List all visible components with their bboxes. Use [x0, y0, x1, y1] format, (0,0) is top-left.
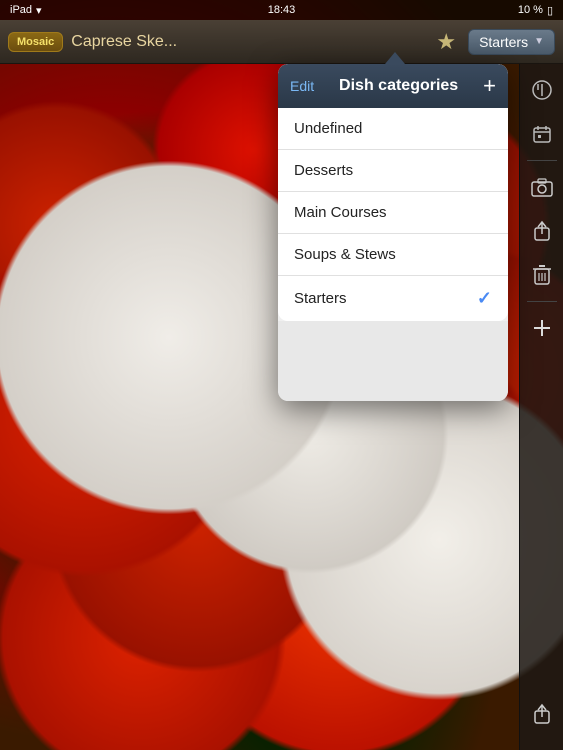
list-item[interactable]: Desserts [278, 150, 508, 192]
share-bottom-icon[interactable] [522, 694, 562, 734]
starters-dropdown[interactable]: Starters ▼ [468, 29, 555, 55]
toolbar-divider-2 [527, 301, 557, 302]
list-item[interactable]: Undefined [278, 108, 508, 150]
nav-bar: Mosaic Caprese Ske... ★ Starters ▼ [0, 20, 563, 64]
star-icon[interactable]: ★ [436, 29, 456, 55]
list-item[interactable]: Soups & Stews [278, 234, 508, 276]
status-left: iPad ▾ [10, 4, 42, 17]
mosaic-badge[interactable]: Mosaic [8, 32, 63, 52]
dish-categories-popup: Edit Dish categories + Undefined Dessert… [278, 64, 508, 401]
calendar-icon[interactable] [522, 114, 562, 154]
share-icon[interactable] [522, 211, 562, 251]
category-label: Starters [294, 290, 347, 307]
toolbar-divider-1 [527, 160, 557, 161]
edit-button[interactable]: Edit [290, 78, 314, 94]
dropdown-current-label: Starters [479, 34, 528, 50]
category-label: Main Courses [294, 204, 387, 221]
carrier-label: iPad [10, 4, 32, 16]
category-label: Undefined [294, 120, 362, 137]
add-category-button[interactable]: + [483, 75, 496, 97]
popup-footer [278, 321, 508, 401]
checkmark-icon: ✓ [477, 288, 492, 309]
camera-icon[interactable] [522, 167, 562, 207]
list-item[interactable]: Main Courses [278, 192, 508, 234]
categories-list: Undefined Desserts Main Courses Soups & … [278, 108, 508, 321]
trash-icon[interactable] [522, 255, 562, 295]
battery-label: 10 % [518, 4, 543, 16]
category-label: Soups & Stews [294, 246, 396, 263]
category-label: Desserts [294, 162, 353, 179]
utensils-icon[interactable] [522, 70, 562, 110]
status-time: 18:43 [268, 4, 296, 16]
battery-icon: ▯ [547, 4, 553, 17]
dropdown-arrow [385, 52, 405, 64]
status-right: 10 % ▯ [518, 4, 553, 17]
list-item-selected[interactable]: Starters ✓ [278, 276, 508, 321]
nav-title: Caprese Ske... [71, 33, 436, 51]
popup-title: Dish categories [314, 77, 483, 95]
wifi-icon: ▾ [36, 4, 42, 17]
status-bar: iPad ▾ 18:43 10 % ▯ [0, 0, 563, 20]
popup-header: Edit Dish categories + [278, 64, 508, 108]
add-button[interactable] [522, 308, 562, 348]
right-toolbar [519, 64, 563, 750]
chevron-down-icon: ▼ [534, 36, 544, 47]
